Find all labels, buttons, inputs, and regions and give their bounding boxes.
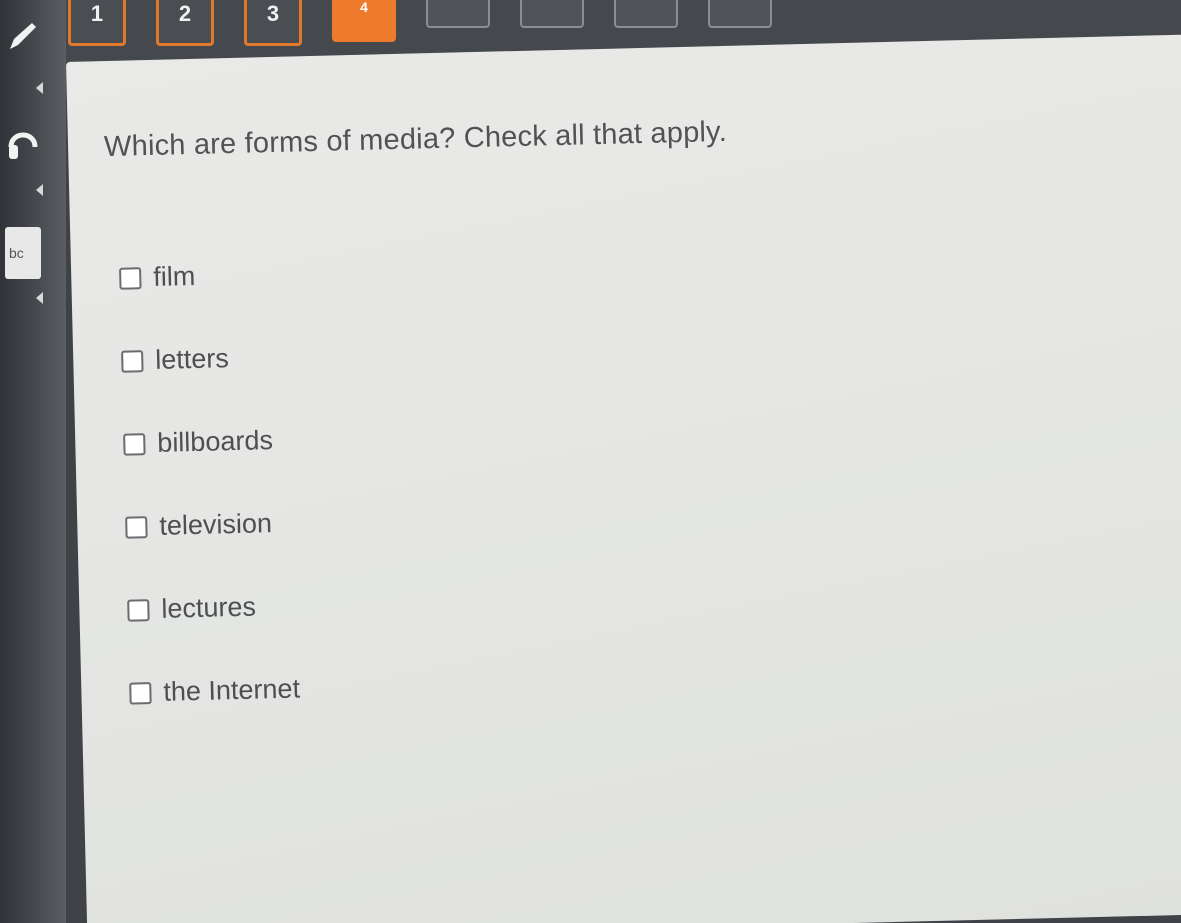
quiz-screen: 1 2 3 4 bc Which are forms of media? Che… [0,0,1181,923]
question-7-button[interactable] [614,0,678,28]
option-television[interactable]: television [124,482,297,569]
reference-book-icon: bc [5,227,41,279]
reference-label: bc [9,245,24,261]
option-checkbox[interactable] [125,515,148,539]
headphones-icon [8,132,38,159]
option-billboards[interactable]: billboards [122,399,295,486]
option-checkbox[interactable] [121,349,144,373]
pencil-icon [10,23,36,49]
reference-tool-button[interactable]: bc [0,222,46,284]
option-letters[interactable]: letters [120,316,293,403]
option-checkbox[interactable] [123,432,146,456]
option-label: television [158,508,273,541]
option-the-internet[interactable]: the Internet [128,647,301,734]
answer-options: film letters billboards television lectu… [118,233,301,735]
tool-rail: bc [0,0,66,923]
audio-caret-icon [36,184,43,196]
option-label: billboards [156,425,274,458]
question-2-button[interactable]: 2 [156,0,214,46]
reference-caret-icon [36,292,43,304]
pencil-caret-icon [36,82,43,94]
question-prompt: Which are forms of media? Check all that… [103,115,728,164]
question-3-button[interactable]: 3 [244,0,302,46]
question-panel: Which are forms of media? Check all that… [66,34,1181,923]
option-checkbox[interactable] [119,266,142,290]
option-film[interactable]: film [118,233,291,320]
option-lectures[interactable]: lectures [126,565,299,652]
option-label: letters [154,343,230,375]
question-1-button[interactable]: 1 [68,0,126,46]
option-checkbox[interactable] [129,681,152,705]
question-6-button[interactable] [520,0,584,28]
option-checkbox[interactable] [127,598,150,622]
option-label: film [152,260,196,292]
pencil-tool-button[interactable] [0,16,46,56]
question-number-list: 1 2 3 4 [68,0,772,46]
audio-tool-button[interactable] [0,116,46,166]
question-4-button[interactable]: 4 [332,0,396,42]
option-label: the Internet [163,673,301,707]
option-label: lectures [161,591,257,624]
question-8-button[interactable] [708,0,772,28]
question-5-button[interactable] [426,0,490,28]
